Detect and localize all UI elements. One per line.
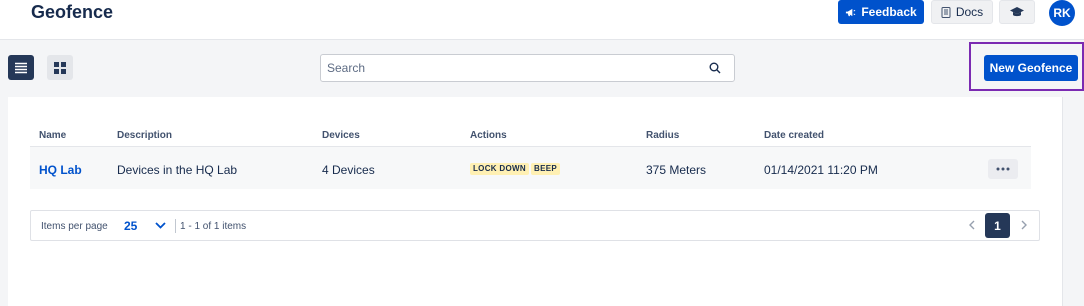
megaphone-icon: [846, 8, 856, 16]
page-title: Geofence: [31, 2, 114, 22]
grid-icon: [54, 61, 66, 74]
chevron-right-icon[interactable]: [1020, 220, 1028, 230]
current-page-button[interactable]: 1: [985, 213, 1010, 238]
content-panel: [8, 97, 1062, 306]
devices-cell: 4 Devices: [322, 163, 375, 177]
column-header-radius[interactable]: Radius: [646, 130, 679, 141]
items-per-page-label: Items per page: [41, 221, 108, 232]
feedback-button[interactable]: Feedback: [838, 0, 924, 24]
column-header-actions[interactable]: Actions: [470, 130, 507, 141]
pagination-divider: [175, 219, 176, 233]
items-range-text: 1 - 1 of 1 items: [180, 221, 247, 232]
geofence-name-link[interactable]: HQ Lab: [39, 163, 82, 177]
list-view-button[interactable]: [8, 55, 34, 80]
action-tag-beep: BEEP: [531, 163, 560, 175]
search-box: [320, 54, 735, 82]
grid-view-button[interactable]: [47, 55, 73, 80]
column-header-name[interactable]: Name: [39, 130, 66, 141]
description-cell: Devices in the HQ Lab: [117, 163, 238, 177]
new-geofence-button[interactable]: New Geofence: [984, 55, 1078, 81]
scrollbar-track[interactable]: [1062, 97, 1084, 306]
page-size-select[interactable]: 25: [124, 219, 137, 233]
feedback-label: Feedback: [861, 5, 917, 19]
chevron-down-icon[interactable]: [155, 222, 166, 229]
column-header-description[interactable]: Description: [117, 130, 172, 141]
search-input[interactable]: [327, 59, 697, 77]
docs-label: Docs: [955, 5, 984, 19]
action-tag-lock-down: LOCK DOWN: [470, 163, 529, 175]
more-options-icon: [996, 167, 1010, 171]
row-menu-button[interactable]: [988, 159, 1018, 179]
graduation-cap-icon: [1010, 7, 1024, 17]
column-header-devices[interactable]: Devices: [322, 130, 360, 141]
date-created-cell: 01/14/2021 11:20 PM: [764, 163, 878, 177]
docs-button[interactable]: Docs: [931, 0, 993, 24]
chevron-left-icon[interactable]: [968, 220, 976, 230]
radius-cell: 375 Meters: [646, 163, 707, 177]
list-icon: [15, 62, 27, 73]
column-header-date-created[interactable]: Date created: [764, 130, 824, 141]
avatar[interactable]: RK: [1049, 0, 1075, 26]
top-header: Geofence Feedback Docs RK: [0, 0, 1084, 40]
document-icon: [941, 6, 951, 18]
learn-button[interactable]: [999, 0, 1035, 24]
search-icon[interactable]: [709, 62, 721, 74]
